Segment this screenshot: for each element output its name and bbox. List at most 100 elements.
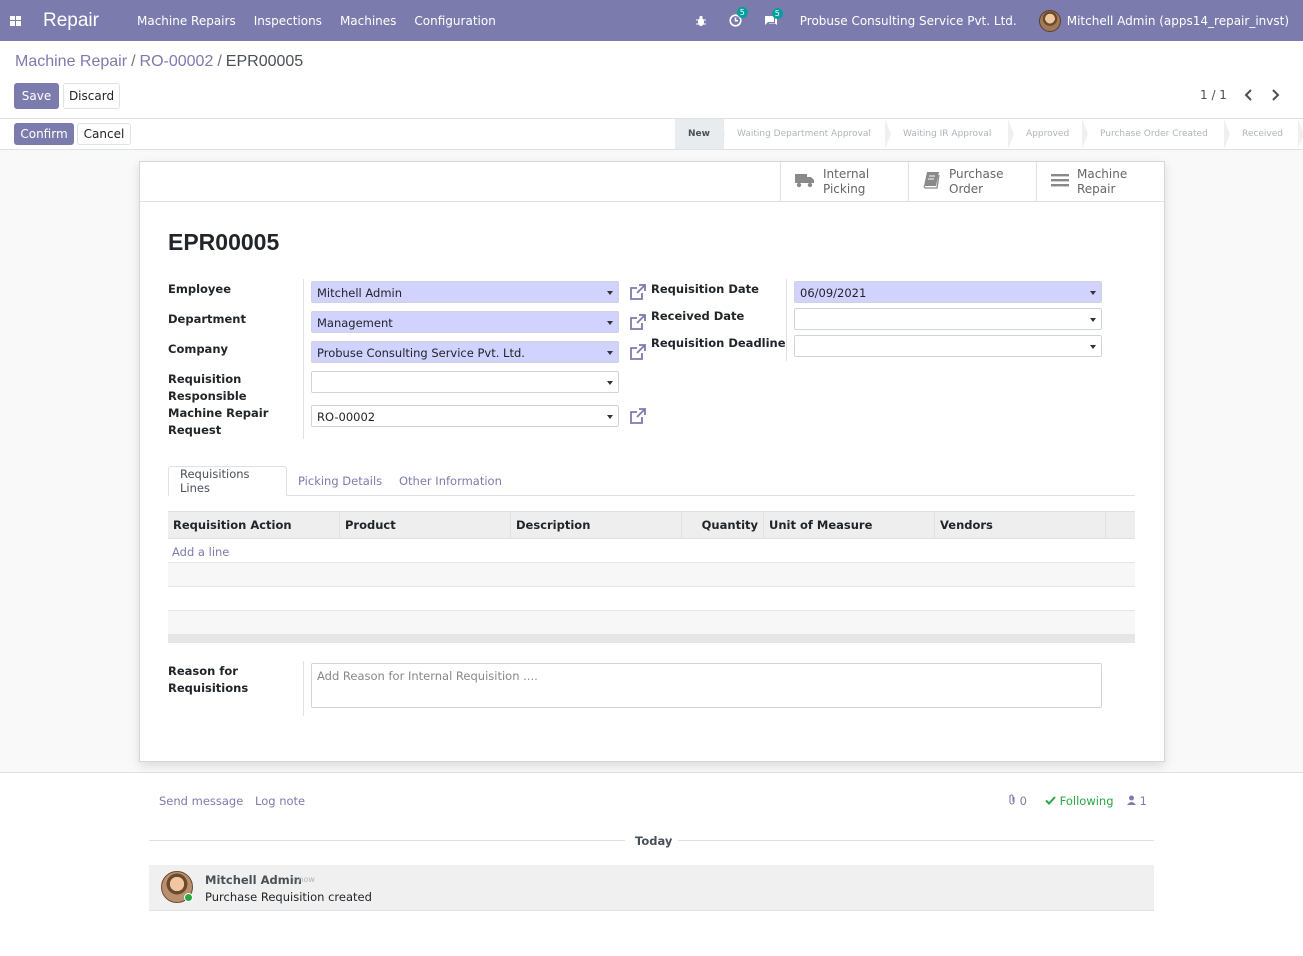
column-vendors[interactable]: Vendors bbox=[935, 512, 1106, 538]
message-date: - now bbox=[293, 875, 315, 884]
message-body: Purchase Requisition created bbox=[205, 890, 372, 904]
stage-purchase-order-created[interactable]: Purchase Order Created bbox=[1087, 119, 1230, 149]
add-line-link[interactable]: Add a line bbox=[172, 545, 229, 559]
send-message-button[interactable]: Send message bbox=[159, 794, 243, 808]
activity-count-badge: 5 bbox=[736, 7, 748, 18]
truck-icon bbox=[795, 172, 815, 192]
chevron-down-icon bbox=[607, 381, 613, 385]
breadcrumb-machine-repair[interactable]: Machine Repair bbox=[15, 53, 127, 70]
requisition-date-field[interactable]: 06/09/2021 bbox=[794, 281, 1102, 303]
requisition-lines-table: Requisition Action Product Description Q… bbox=[168, 511, 1135, 643]
app-name[interactable]: Repair bbox=[43, 10, 99, 32]
following-button[interactable]: Following bbox=[1045, 794, 1114, 808]
stage-waiting-department-approval[interactable]: Waiting Department Approval bbox=[724, 119, 891, 149]
notebook-tabs: Requisitions Lines Picking Details Other… bbox=[168, 466, 1135, 496]
requisition-deadline-field[interactable] bbox=[794, 335, 1102, 357]
user-avatar[interactable] bbox=[1038, 9, 1061, 32]
save-button[interactable]: Save bbox=[14, 83, 59, 109]
date-separator-line bbox=[678, 840, 1154, 841]
machine-repair-request-field[interactable]: RO-00002 bbox=[311, 405, 619, 427]
paperclip-icon bbox=[1008, 794, 1020, 808]
company-label: Company bbox=[168, 342, 228, 356]
internal-picking-label-1: Internal bbox=[823, 167, 870, 181]
confirm-button[interactable]: Confirm bbox=[14, 123, 74, 145]
menu-machine-repairs[interactable]: Machine Repairs bbox=[137, 14, 236, 28]
internal-picking-button[interactable]: Internal Picking bbox=[780, 162, 908, 202]
tab-picking-details[interactable]: Picking Details bbox=[287, 466, 393, 496]
column-unit-of-measure[interactable]: Unit of Measure bbox=[764, 512, 935, 538]
stage-approved[interactable]: Approved bbox=[1013, 119, 1088, 149]
employee-field[interactable]: Mitchell Admin bbox=[311, 281, 619, 303]
column-quantity[interactable]: Quantity bbox=[682, 512, 764, 538]
check-icon bbox=[1045, 794, 1060, 808]
pager-previous-icon[interactable] bbox=[1244, 86, 1254, 105]
reason-textarea[interactable]: Add Reason for Internal Requisition .... bbox=[311, 663, 1102, 708]
reason-label: Reason for Requisitions bbox=[168, 664, 249, 695]
attachment-counter[interactable]: 0 bbox=[1008, 794, 1027, 808]
received-date-label: Received Date bbox=[651, 309, 745, 323]
company-field[interactable]: Probuse Consulting Service Pvt. Ltd. bbox=[311, 341, 619, 363]
machine-repair-label-1: Machine bbox=[1077, 167, 1128, 181]
pager-next-icon[interactable] bbox=[1270, 86, 1280, 105]
field-divider bbox=[303, 279, 304, 439]
apps-menu-icon[interactable] bbox=[0, 0, 30, 41]
followers-button[interactable]: 1 bbox=[1127, 794, 1147, 808]
department-external-link-icon[interactable] bbox=[629, 313, 647, 331]
employee-external-link-icon[interactable] bbox=[629, 283, 647, 301]
company-external-link-icon[interactable] bbox=[629, 343, 647, 361]
breadcrumb-repair-order[interactable]: RO-00002 bbox=[140, 53, 214, 70]
department-field[interactable]: Management bbox=[311, 311, 619, 333]
purchase-order-button[interactable]: Purchase Order bbox=[908, 162, 1036, 202]
activity-clock-icon[interactable]: 5 bbox=[729, 7, 748, 27]
menu-inspections[interactable]: Inspections bbox=[254, 14, 322, 28]
tab-other-information[interactable]: Other Information bbox=[388, 466, 513, 496]
message-author[interactable]: Mitchell Admin bbox=[205, 873, 302, 887]
table-row: Add a line bbox=[168, 539, 1135, 563]
column-requisition-action[interactable]: Requisition Action bbox=[168, 512, 340, 538]
company-switcher[interactable]: Probuse Consulting Service Pvt. Ltd. bbox=[800, 14, 1017, 28]
chevron-down-icon bbox=[1090, 345, 1096, 349]
table-footer bbox=[168, 635, 1135, 643]
record-title: EPR00005 bbox=[168, 229, 280, 255]
chevron-down-icon bbox=[607, 415, 613, 419]
messaging-chat-icon[interactable]: 5 bbox=[764, 7, 783, 27]
discard-button[interactable]: Discard bbox=[63, 83, 120, 109]
tab-requisitions-lines[interactable]: Requisitions Lines bbox=[168, 466, 287, 496]
user-icon bbox=[1127, 794, 1140, 808]
purchase-order-label-1: Purchase bbox=[949, 167, 1004, 181]
status-bar: Confirm Cancel New Waiting Department Ap… bbox=[0, 118, 1303, 150]
requisition-date-label: Requisition Date bbox=[651, 282, 759, 296]
menu-machines[interactable]: Machines bbox=[340, 14, 396, 28]
received-date-field[interactable] bbox=[794, 308, 1102, 330]
debug-bug-icon[interactable] bbox=[695, 15, 707, 27]
internal-picking-label-2: Picking bbox=[823, 182, 866, 196]
purchase-order-label-2: Order bbox=[949, 182, 984, 196]
chevron-down-icon bbox=[607, 351, 613, 355]
chevron-down-icon bbox=[1090, 291, 1096, 295]
repair-request-external-link-icon[interactable] bbox=[629, 407, 647, 425]
smart-button-box: Internal Picking Purchase Order Machine Rep… bbox=[140, 162, 1164, 202]
pager-value[interactable]: 1 / 1 bbox=[1200, 88, 1227, 102]
chevron-down-icon bbox=[607, 321, 613, 325]
column-product[interactable]: Product bbox=[340, 512, 511, 538]
stage-new[interactable]: New bbox=[675, 119, 725, 149]
date-separator: Today bbox=[635, 834, 673, 848]
machine-repair-button[interactable]: Machine Repair bbox=[1036, 162, 1164, 202]
table-row bbox=[168, 587, 1135, 611]
requisition-deadline-label: Requisition Deadline bbox=[651, 336, 786, 350]
field-divider bbox=[786, 279, 787, 361]
breadcrumb: Machine Repair / RO-00002/EPR00005 bbox=[15, 53, 304, 70]
log-note-button[interactable]: Log note bbox=[255, 794, 305, 808]
chevron-down-icon bbox=[1090, 318, 1096, 322]
bars-icon bbox=[1051, 172, 1069, 192]
chatter-message: Mitchell Admin - now Purchase Requisitio… bbox=[149, 865, 1154, 911]
stage-received[interactable]: Received bbox=[1229, 119, 1303, 149]
employee-label: Employee bbox=[168, 282, 232, 296]
cancel-button[interactable]: Cancel bbox=[77, 123, 131, 145]
menu-configuration[interactable]: Configuration bbox=[414, 14, 495, 28]
requisition-responsible-field[interactable] bbox=[311, 371, 619, 393]
column-description[interactable]: Description bbox=[511, 512, 682, 538]
stage-waiting-ir-approval[interactable]: Waiting IR Approval bbox=[890, 119, 1014, 149]
user-menu[interactable]: Mitchell Admin (apps14_repair_invst) bbox=[1067, 14, 1289, 28]
table-row bbox=[168, 563, 1135, 587]
